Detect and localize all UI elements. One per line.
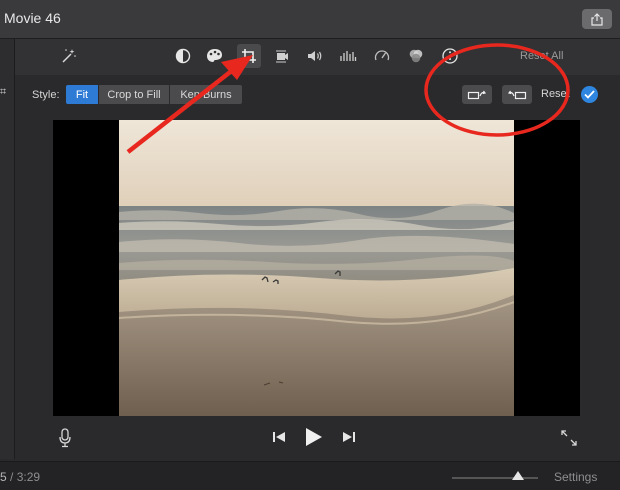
settings-button[interactable]: Settings: [554, 470, 597, 484]
total-duration: 3:29: [16, 470, 41, 484]
crop-icon[interactable]: [237, 44, 261, 68]
skip-forward-icon: [343, 432, 355, 442]
gear-icon[interactable]: ⌗: [0, 86, 6, 99]
share-button[interactable]: [582, 9, 612, 29]
reset-all-button[interactable]: Reset All: [520, 50, 563, 62]
expand-icon: [561, 430, 577, 446]
info-icon[interactable]: [439, 45, 461, 67]
color-balance-icon[interactable]: [172, 45, 194, 67]
beach-preview-image: [119, 120, 514, 416]
volume-icon[interactable]: [304, 45, 326, 67]
apply-checkmark-button[interactable]: [581, 86, 598, 103]
zoom-slider-track[interactable]: [452, 477, 538, 479]
rotate-right-icon: [507, 90, 527, 99]
reset-button[interactable]: Reset: [541, 88, 570, 100]
rotate-clockwise-button[interactable]: [502, 85, 532, 104]
left-panel-edge: [0, 39, 15, 459]
skip-back-button[interactable]: [272, 430, 286, 449]
share-icon: [591, 12, 603, 26]
magic-wand-icon[interactable]: [58, 45, 80, 67]
window-title: Movie 46: [4, 10, 61, 26]
timecode: 5 / 3:29: [0, 470, 40, 484]
rotate-left-icon: [467, 90, 487, 99]
color-palette-icon[interactable]: [204, 45, 226, 67]
style-label: Style:: [32, 89, 60, 101]
style-fit-button[interactable]: Fit: [65, 84, 99, 105]
rotate-counterclockwise-button[interactable]: [462, 85, 492, 104]
checkmark-icon: [584, 90, 595, 99]
skip-back-icon: [273, 432, 285, 442]
play-button[interactable]: [303, 427, 323, 452]
zoom-slider-knob[interactable]: [512, 471, 524, 480]
stabilization-camera-icon[interactable]: [271, 45, 293, 67]
style-ken-burns-button[interactable]: Ken Burns: [169, 84, 243, 105]
equalizer-icon[interactable]: [337, 45, 359, 67]
title-bar: [0, 0, 620, 39]
microphone-icon[interactable]: [58, 428, 72, 453]
current-time: 5: [0, 470, 7, 484]
style-crop-to-fill-button[interactable]: Crop to Fill: [98, 84, 170, 105]
fullscreen-button[interactable]: [560, 429, 578, 452]
timeline-bar: [0, 461, 620, 490]
play-icon: [306, 428, 322, 446]
skip-forward-button[interactable]: [342, 430, 356, 449]
speed-gauge-icon[interactable]: [371, 45, 393, 67]
time-separator: /: [6, 470, 17, 484]
clip-filter-icon[interactable]: [405, 45, 427, 67]
